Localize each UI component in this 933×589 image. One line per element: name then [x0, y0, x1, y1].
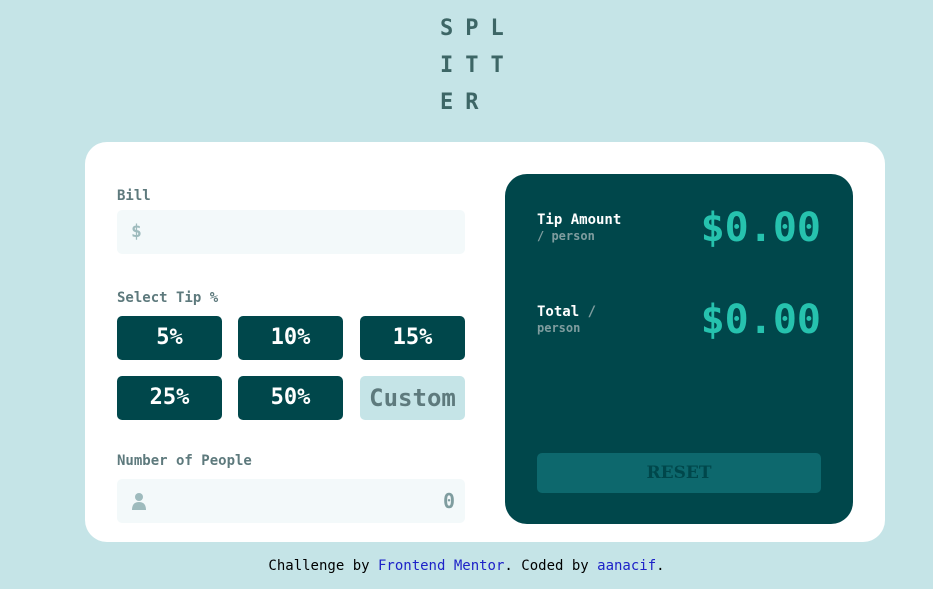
people-input[interactable]: 0 — [117, 479, 465, 523]
tip-10-button[interactable]: 10% — [238, 316, 343, 360]
tip-5-button[interactable]: 5% — [117, 316, 222, 360]
tip-15-button[interactable]: 15% — [360, 316, 465, 360]
tip-amount-label: Tip Amount — [537, 212, 622, 228]
people-label: Number of People — [117, 453, 252, 469]
tip-50-button[interactable]: 50% — [238, 376, 343, 420]
frontend-mentor-link[interactable]: Frontend Mentor — [378, 558, 504, 574]
tip-amount-sublabel: / person — [537, 229, 595, 243]
tip-amount-value: $0.00 — [700, 205, 821, 251]
total-label: Total / — [537, 304, 596, 320]
tip-25-button[interactable]: 25% — [117, 376, 222, 420]
bill-label: Bill — [117, 188, 151, 204]
footer-attribution: Challenge by Frontend Mentor. Coded by a… — [0, 558, 933, 574]
footer-middle: . Coded by — [504, 558, 598, 574]
reset-button[interactable]: RESET — [537, 453, 821, 493]
calculator-card: Bill $ Select Tip % 5% 10% 15% 25% 50% C… — [85, 142, 885, 542]
people-value: 0 — [442, 489, 455, 513]
footer-suffix: . — [656, 558, 665, 574]
total-label-text: Total — [537, 304, 580, 320]
app-logo: SPLITTER — [440, 16, 516, 115]
total-value: $0.00 — [700, 297, 821, 343]
total-sublabel: person — [537, 321, 581, 335]
total-label-slash: / — [587, 304, 597, 320]
footer-prefix: Challenge by — [268, 558, 378, 574]
results-panel: Tip Amount / person $0.00 Total / person… — [505, 174, 853, 524]
person-icon — [132, 493, 146, 510]
author-link[interactable]: aanacif — [597, 558, 656, 574]
dollar-icon: $ — [131, 221, 142, 242]
custom-tip-input[interactable]: Custom — [360, 376, 465, 420]
bill-input[interactable]: $ — [117, 210, 465, 254]
select-tip-label: Select Tip % — [117, 290, 219, 306]
